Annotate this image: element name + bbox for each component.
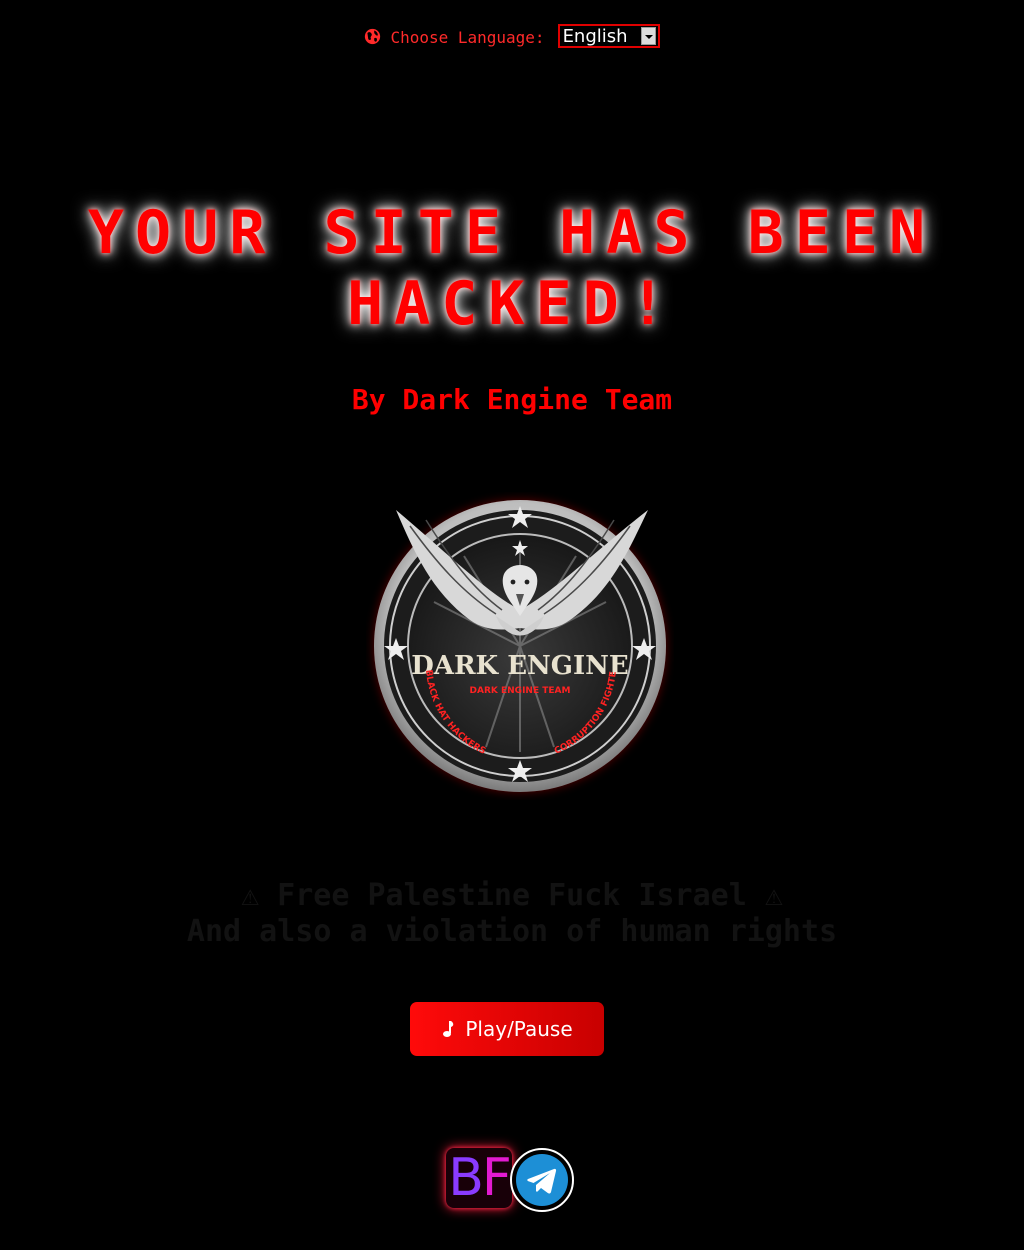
- music-note-icon: [443, 1021, 454, 1037]
- chevron-down-icon[interactable]: [640, 27, 656, 45]
- bf-letter-b: B: [448, 1148, 484, 1208]
- byline: By Dark Engine Team: [351, 383, 673, 416]
- emblem-logo: DARK ENGINE DARK ENGINE TEAM BLACK HAT H…: [363, 485, 666, 792]
- protest-message: ⚠ Free Palestine Fuck Israel ⚠ And also …: [0, 878, 1024, 950]
- play-pause-label: Play/Pause: [465, 1017, 573, 1041]
- svg-text:DARK ENGINE: DARK ENGINE: [411, 651, 629, 681]
- bf-badge-logo: BF: [446, 1148, 512, 1208]
- telegram-link[interactable]: [510, 1148, 574, 1212]
- bf-letter-f: F: [481, 1148, 512, 1208]
- svg-text:DARK ENGINE TEAM: DARK ENGINE TEAM: [470, 686, 571, 696]
- language-bar: Choose Language: English: [0, 22, 1024, 50]
- globe-icon: [365, 28, 381, 44]
- play-pause-button[interactable]: Play/Pause: [410, 1002, 604, 1056]
- telegram-icon: [516, 1154, 568, 1206]
- language-label: Choose Language:: [390, 27, 545, 47]
- dark-engine-emblem: DARK ENGINE DARK ENGINE TEAM BLACK HAT H…: [363, 485, 674, 800]
- message-line-2: And also a violation of human rights: [186, 914, 838, 949]
- page-title: YOUR SITE HAS BEEN HACKED!: [87, 198, 937, 339]
- language-select-value: English: [562, 26, 628, 47]
- message-line-1: ⚠ Free Palestine Fuck Israel ⚠: [241, 878, 783, 913]
- language-select[interactable]: English: [557, 24, 660, 48]
